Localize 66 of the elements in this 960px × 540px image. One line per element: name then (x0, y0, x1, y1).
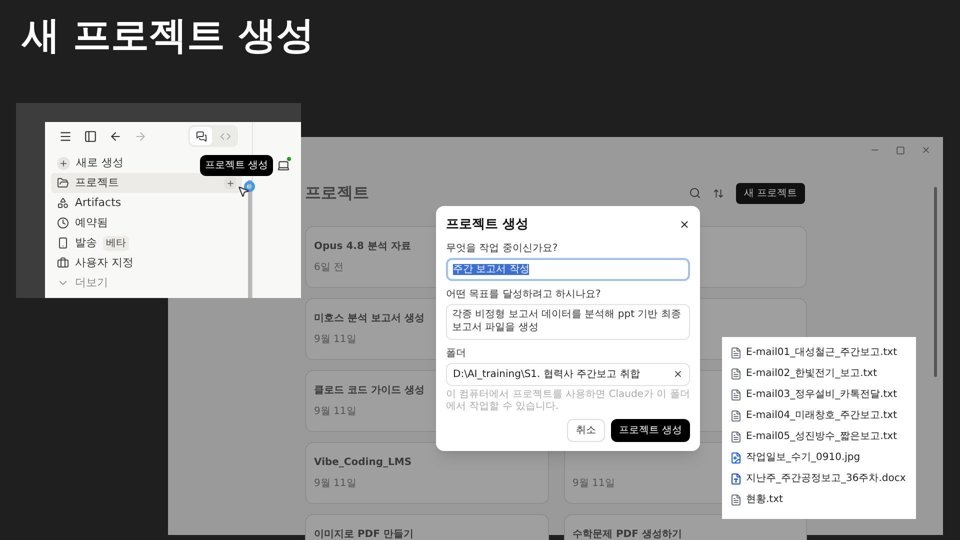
clock-icon (57, 217, 69, 229)
field-label: 폴더 (446, 346, 467, 360)
project-title: Opus 4.8 분석 자료 (314, 240, 411, 254)
arrow-left-icon[interactable] (109, 130, 122, 142)
cancel-button[interactable]: 취소 (566, 418, 605, 442)
phone-icon (57, 237, 69, 249)
project-title: 이미지로 PDF 만들기 (314, 528, 414, 540)
sidebar-item[interactable]: 사용자 지정 (51, 253, 242, 273)
beta-badge: 베타 (103, 236, 129, 250)
folder-field[interactable]: D:\AI_training\S1. 협력사 주간보고 취합 (446, 362, 690, 386)
file-name[interactable]: E-mail02_한빛전기_보고.txt (746, 366, 878, 381)
text-file-icon (730, 368, 742, 380)
document-file-icon (730, 472, 742, 484)
clear-icon[interactable] (673, 369, 683, 379)
panel-icon[interactable] (84, 130, 97, 142)
sort-icon[interactable] (712, 188, 724, 198)
shapes-icon (57, 197, 69, 209)
text-file-icon (730, 430, 742, 442)
tooltip: 프로젝트 생성 (200, 155, 274, 176)
project-date: 9월 11일 (314, 333, 356, 347)
sidebar-item[interactable]: 예약됨 (51, 213, 242, 233)
project-card[interactable]: 이미지로 PDF 만들기 (305, 514, 548, 540)
folder-icon (57, 177, 69, 189)
add-project-button[interactable] (224, 177, 236, 189)
input-field[interactable]: 주간 보고서 작성 (446, 258, 690, 280)
briefcase-icon (57, 257, 69, 269)
sidebar-item[interactable]: 발송 베타 (51, 233, 242, 253)
menu-icon[interactable] (59, 130, 72, 142)
sidebar-item[interactable]: 프로젝트 (51, 173, 242, 193)
maximize-icon[interactable] (896, 146, 905, 154)
project-card[interactable]: Vibe_Coding_LMS 9월 11일 (305, 442, 548, 504)
file-name[interactable]: E-mail04_미래창호_주간보고.txt (746, 408, 898, 423)
text-file-icon (730, 388, 742, 400)
sidebar-item[interactable]: Artifacts (51, 193, 242, 213)
project-date: 6일 전 (314, 261, 344, 275)
page-heading: 프로젝트 (305, 182, 369, 204)
scrollbar[interactable] (934, 187, 937, 377)
project-title: 클로드 코드 가이드 생성 (314, 384, 424, 398)
search-icon[interactable] (688, 187, 701, 199)
laptop-icon[interactable] (277, 159, 290, 172)
project-title: 수학문제 PDF 생성하기 (572, 528, 682, 540)
file-name[interactable]: E-mail05_성진방수_짧은보고.txt (746, 429, 898, 444)
file-name[interactable]: 현황.txt (746, 492, 783, 507)
chat-icon (196, 130, 206, 142)
text-file-icon (730, 494, 742, 506)
project-date: 9월 11일 (314, 405, 356, 419)
close-icon[interactable] (679, 219, 690, 230)
textarea-field[interactable]: 각종 비정형 보고서 데이터를 분석해 ppt 기반 최종 보고서 파일을 생성 (446, 304, 690, 340)
image-file-icon (730, 452, 742, 464)
project-date: 9월 11일 (572, 477, 615, 491)
text-file-icon (730, 410, 742, 422)
new-project-button[interactable]: 새 프로젝트 (736, 182, 805, 204)
project-title: 미호스 분석 보고서 생성 (314, 312, 424, 326)
chat-mode-tab[interactable] (190, 127, 212, 145)
slide-title: 새 프로젝트 생성 (22, 12, 314, 59)
file-name[interactable]: E-mail01_대성철근_주간보고.txt (746, 345, 898, 360)
file-name[interactable]: E-mail03_정우설비_카톡전달.txt (746, 387, 898, 402)
project-title: Vibe_Coding_LMS (314, 456, 412, 470)
cursor-icon (237, 185, 250, 198)
code-icon (220, 130, 230, 142)
project-date: 9월 11일 (314, 477, 356, 491)
create-button[interactable]: 프로젝트 생성 (610, 418, 690, 442)
text-file-icon (730, 346, 742, 358)
plus-icon (226, 178, 234, 188)
project-card[interactable]: 수학문제 PDF 생성하기 (564, 514, 807, 540)
sidebar-scrollbar[interactable] (248, 180, 252, 298)
